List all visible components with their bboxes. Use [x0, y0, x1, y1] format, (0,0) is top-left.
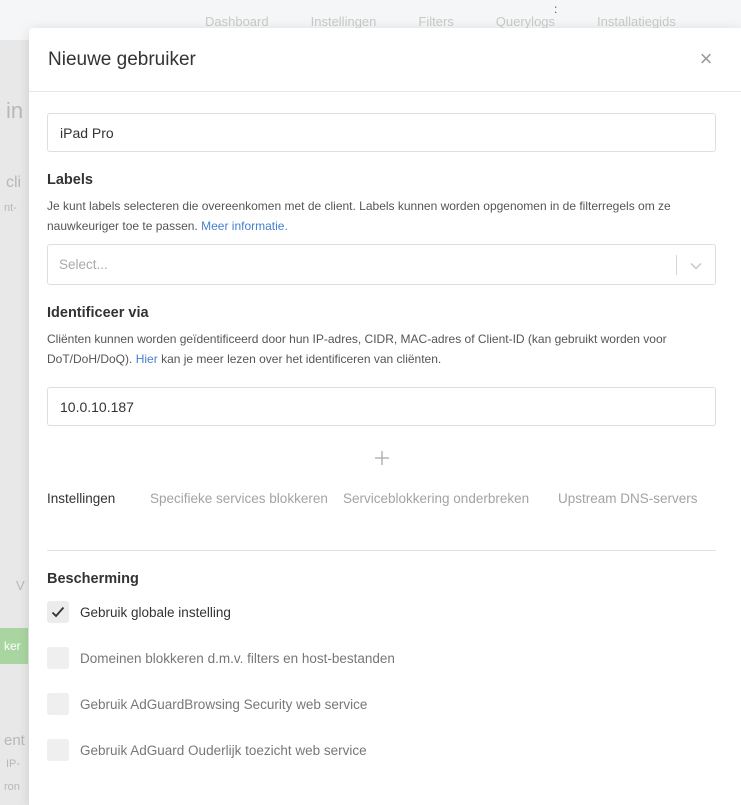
client-name-input[interactable]: iPad Pro — [47, 113, 716, 152]
bg-fragment: nt- — [4, 202, 17, 214]
labels-select-indicators — [676, 245, 715, 284]
modal-title: Nieuwe gebruiker — [48, 48, 196, 70]
checkbox-unchecked[interactable] — [47, 693, 69, 715]
client-id-value: 10.0.10.187 — [60, 398, 134, 415]
tab-settings[interactable]: Instellingen — [47, 489, 150, 537]
bg-green-button: ker — [0, 628, 28, 664]
add-identifier-row — [47, 445, 716, 475]
labels-help: Je kunt labels selecteren die overeenkom… — [47, 196, 716, 236]
bg-fragment: V — [16, 578, 25, 593]
bg-nav-settings: Instellingen — [310, 14, 377, 29]
identify-here-link[interactable]: Hier — [136, 352, 158, 366]
labels-title: Labels — [47, 172, 93, 188]
modal-body: iPad Pro Labels Je kunt labels selectere… — [29, 92, 741, 761]
option-filter-blocking[interactable]: Domeinen blokkeren d.m.v. filters en hos… — [47, 647, 716, 669]
identify-help-text-after: kan je meer lezen over het identificeren… — [161, 352, 442, 366]
tab-block-services[interactable]: Specifieke services blokkeren — [150, 489, 343, 537]
checkbox-unchecked[interactable] — [47, 647, 69, 669]
option-browsing-security[interactable]: Gebruik AdGuardBrowsing Security web ser… — [47, 693, 716, 715]
bg-fragment: ron — [4, 781, 20, 793]
checkbox-unchecked[interactable] — [47, 739, 69, 761]
bg-nav-dashboard: Dashboard — [205, 14, 269, 29]
labels-select-placeholder: Select... — [59, 257, 108, 272]
modal-header: Nieuwe gebruiker × — [29, 28, 741, 92]
bg-fragment: ent — [4, 732, 25, 749]
bg-fragment: IP- — [6, 758, 21, 770]
close-icon[interactable]: × — [695, 47, 717, 71]
client-id-input[interactable]: 10.0.10.187 — [47, 387, 716, 426]
background-nav: Dashboard Instellingen Filters Querylogs… — [205, 14, 676, 29]
tab-pause-blocking[interactable]: Serviceblokkering onderbreken — [343, 489, 558, 537]
bg-nav-querylog: Querylogs — [495, 14, 556, 29]
checkbox-checked[interactable] — [47, 601, 69, 623]
option-label: Gebruik AdGuardBrowsing Security web ser… — [80, 696, 368, 712]
bg-fragment: cli — [6, 174, 22, 191]
chevron-down-icon[interactable] — [677, 257, 715, 273]
bg-fragment: in — [6, 98, 24, 123]
bg-nav-guide: Installatiegids — [597, 14, 676, 29]
plus-icon[interactable] — [374, 445, 390, 473]
option-parental-control[interactable]: Gebruik AdGuard Ouderlijk toezicht web s… — [47, 739, 716, 761]
new-client-modal: Nieuwe gebruiker × iPad Pro Labels Je ku… — [29, 28, 741, 805]
protection-title: Bescherming — [47, 571, 139, 587]
bg-dot: : — [554, 2, 558, 16]
option-label: Gebruik globale instelling — [80, 604, 231, 620]
bg-nav-filters: Filters — [418, 14, 454, 29]
option-global-settings[interactable]: Gebruik globale instelling — [47, 601, 716, 623]
labels-select[interactable]: Select... — [47, 244, 716, 285]
option-label: Gebruik AdGuard Ouderlijk toezicht web s… — [80, 742, 367, 758]
labels-help-text: Je kunt labels selecteren die overeenkom… — [47, 199, 671, 233]
identify-title: Identificeer via — [47, 305, 149, 321]
labels-more-info-link[interactable]: Meer informatie. — [201, 219, 288, 233]
identify-help: Cliënten kunnen worden geïdentificeerd d… — [47, 329, 716, 369]
option-label: Domeinen blokkeren d.m.v. filters en hos… — [80, 650, 395, 666]
tab-upstream-dns[interactable]: Upstream DNS-servers — [558, 489, 708, 537]
settings-tabs: Instellingen Specifieke services blokker… — [47, 489, 716, 551]
client-name-value: iPad Pro — [60, 124, 114, 141]
